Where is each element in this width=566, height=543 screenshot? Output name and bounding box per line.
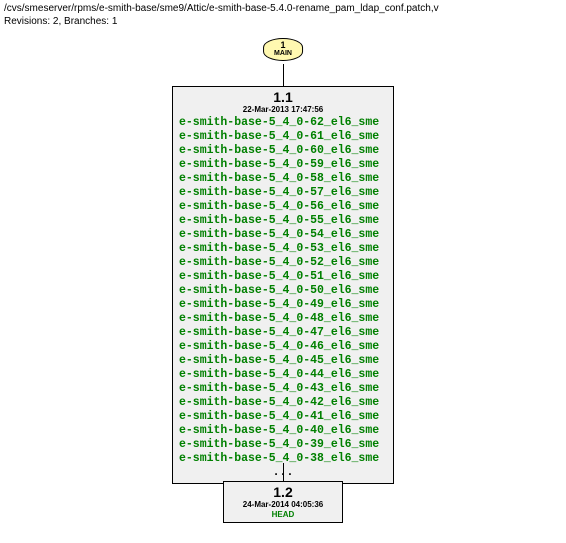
tag: e-smith-base-5_4_0-41_el6_sme xyxy=(179,410,387,424)
tag: e-smith-base-5_4_0-43_el6_sme xyxy=(179,382,387,396)
tag: e-smith-base-5_4_0-49_el6_sme xyxy=(179,298,387,312)
tag: e-smith-base-5_4_0-60_el6_sme xyxy=(179,144,387,158)
revision-date: 24-Mar-2014 04:05:36 xyxy=(230,500,336,510)
revision-node-1-1[interactable]: 1.1 22-Mar-2013 17:47:56 e-smith-base-5_… xyxy=(172,86,394,484)
header: /cvs/smeserver/rpms/e-smith-base/sme9/At… xyxy=(0,0,566,30)
tag: e-smith-base-5_4_0-52_el6_sme xyxy=(179,256,387,270)
tag: e-smith-base-5_4_0-47_el6_sme xyxy=(179,326,387,340)
tag-list: e-smith-base-5_4_0-62_el6_smee-smith-bas… xyxy=(179,116,387,480)
header-path: /cvs/smeserver/rpms/e-smith-base/sme9/At… xyxy=(4,3,439,14)
revision-date: 22-Mar-2013 17:47:56 xyxy=(179,105,387,115)
revision-diagram: 1 MAIN 1.1 22-Mar-2013 17:47:56 e-smith-… xyxy=(0,38,566,518)
connector-line xyxy=(283,64,284,86)
tag: e-smith-base-5_4_0-62_el6_sme xyxy=(179,116,387,130)
tag: e-smith-base-5_4_0-51_el6_sme xyxy=(179,270,387,284)
header-revisions: Revisions: 2, Branches: 1 xyxy=(4,16,117,27)
tag: e-smith-base-5_4_0-56_el6_sme xyxy=(179,200,387,214)
tag: e-smith-base-5_4_0-53_el6_sme xyxy=(179,242,387,256)
branch-number: 1 xyxy=(274,41,292,50)
tag: e-smith-base-5_4_0-59_el6_sme xyxy=(179,158,387,172)
tag: e-smith-base-5_4_0-45_el6_sme xyxy=(179,354,387,368)
tag: e-smith-base-5_4_0-57_el6_sme xyxy=(179,186,387,200)
connector-line xyxy=(283,463,284,481)
tag: e-smith-base-5_4_0-55_el6_sme xyxy=(179,214,387,228)
tag: e-smith-base-5_4_0-46_el6_sme xyxy=(179,340,387,354)
tag: e-smith-base-5_4_0-42_el6_sme xyxy=(179,396,387,410)
revision-node-1-2[interactable]: 1.2 24-Mar-2014 04:05:36 HEAD xyxy=(223,481,343,523)
tag: e-smith-base-5_4_0-44_el6_sme xyxy=(179,368,387,382)
head-label: HEAD xyxy=(230,510,336,519)
tag: e-smith-base-5_4_0-39_el6_sme xyxy=(179,438,387,452)
tag: e-smith-base-5_4_0-61_el6_sme xyxy=(179,130,387,144)
tag: e-smith-base-5_4_0-40_el6_sme xyxy=(179,424,387,438)
tag: e-smith-base-5_4_0-48_el6_sme xyxy=(179,312,387,326)
tag: e-smith-base-5_4_0-50_el6_sme xyxy=(179,284,387,298)
revision-number: 1.1 xyxy=(179,90,387,105)
tag: e-smith-base-5_4_0-54_el6_sme xyxy=(179,228,387,242)
branch-node-main[interactable]: 1 MAIN xyxy=(263,38,303,61)
revision-number: 1.2 xyxy=(230,485,336,500)
tag: e-smith-base-5_4_0-58_el6_sme xyxy=(179,172,387,186)
branch-name: MAIN xyxy=(274,50,292,58)
